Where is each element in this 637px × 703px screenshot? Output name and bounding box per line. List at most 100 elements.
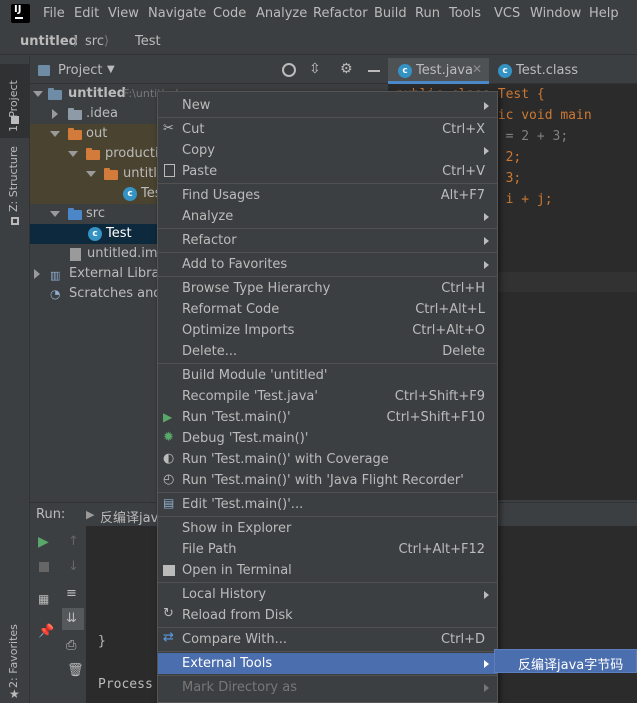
menu-item-reload[interactable]: ↻ Reload from Disk — [158, 605, 497, 626]
menu-refactor[interactable]: Refactor — [313, 6, 368, 21]
menu-view[interactable]: View — [108, 6, 139, 21]
close-icon[interactable]: ✕ — [472, 62, 482, 76]
menu-code[interactable]: Code — [213, 6, 246, 21]
menu-item-find-usages[interactable]: Find Usages Alt+F7 — [158, 185, 497, 206]
clipboard-icon — [164, 164, 175, 177]
hide-icon[interactable] — [368, 70, 380, 72]
collapse-all-icon[interactable]: ⇳ — [309, 61, 321, 77]
menu-item-run-coverage[interactable]: ◐ Run 'Test.main()' with Coverage — [158, 449, 497, 470]
menu-item-reformat[interactable]: Reformat Code Ctrl+Alt+L — [158, 299, 497, 320]
menu-item-label: Run 'Test.main()' with 'Java Flight Reco… — [182, 473, 464, 488]
menu-item-analyze[interactable]: Analyze — [158, 206, 497, 227]
trash-icon[interactable]: 🗑 — [67, 663, 84, 678]
reload-icon: ↻ — [163, 606, 174, 621]
menu-edit[interactable]: Edit — [74, 6, 99, 21]
menu-item-refactor[interactable]: Refactor — [158, 230, 497, 251]
menu-item-label: Mark Directory as — [182, 680, 297, 695]
menu-item-shortcut: Ctrl+V — [442, 164, 485, 179]
project-panel-title[interactable]: Project — [58, 63, 102, 78]
chevron-down-icon[interactable]: ▼ — [107, 64, 115, 75]
menu-item-open-terminal[interactable]: Open in Terminal — [158, 560, 497, 581]
menu-item-build-module[interactable]: Build Module 'untitled' — [158, 365, 497, 386]
expand-arrow-icon[interactable] — [50, 211, 60, 217]
menu-item-run-main[interactable]: ▶ Run 'Test.main()' Ctrl+Shift+F10 — [158, 407, 497, 428]
menu-vcs[interactable]: VCS — [494, 6, 520, 21]
structure-tab-label[interactable]: Z: Structure — [7, 146, 20, 212]
menu-item-shortcut: Ctrl+Shift+F9 — [394, 389, 485, 404]
soft-wrap-icon[interactable]: ≡ — [66, 586, 77, 601]
menu-item-label: New — [182, 98, 211, 113]
menu-run[interactable]: Run — [415, 6, 440, 21]
menu-item-delete[interactable]: Delete... Delete — [158, 341, 497, 362]
menu-item-external-tools[interactable]: External Tools — [158, 653, 497, 674]
expand-arrow-icon[interactable] — [33, 91, 43, 97]
menu-item-label: Build Module 'untitled' — [182, 368, 328, 383]
project-tab-label[interactable]: 1: Project — [7, 80, 20, 132]
menu-window[interactable]: Window — [530, 6, 581, 21]
menu-item-local-history[interactable]: Local History — [158, 584, 497, 605]
expand-arrow-icon[interactable] — [34, 269, 40, 279]
external-tools-submenu: 反编译java字节码 — [494, 649, 637, 673]
breadcrumb-project[interactable]: untitled — [20, 34, 78, 49]
breadcrumb-separator-icon: ⟩ — [73, 34, 79, 49]
menu-item-run-jfr[interactable]: ◴ Run 'Test.main()' with 'Java Flight Re… — [158, 470, 497, 491]
intellij-logo-icon: IJ — [11, 4, 30, 23]
tree-label-test: Test — [106, 226, 132, 241]
excluded-folder-icon — [86, 148, 100, 160]
expand-arrow-icon[interactable] — [52, 109, 58, 119]
menu-bar: IJ File Edit View Navigate Code Analyze … — [0, 0, 637, 28]
pin-icon[interactable]: 📌 — [38, 624, 54, 639]
tab-test-java[interactable]: c Test.java ✕ — [388, 58, 489, 84]
favorites-tab-label[interactable]: 2: Favorites — [7, 624, 20, 688]
menu-item-label: Edit 'Test.main()'... — [182, 497, 304, 512]
menu-item-file-path[interactable]: File Path Ctrl+Alt+F12 — [158, 539, 497, 560]
menu-item-label: Delete... — [182, 344, 238, 359]
menu-analyze[interactable]: Analyze — [256, 6, 307, 21]
expand-arrow-icon[interactable] — [86, 171, 96, 177]
breadcrumb-file[interactable]: Test — [135, 34, 161, 49]
menu-item-recompile[interactable]: Recompile 'Test.java' Ctrl+Shift+F9 — [158, 386, 497, 407]
menu-item-optimize[interactable]: Optimize Imports Ctrl+Alt+O — [158, 320, 497, 341]
menu-item-add-favorites[interactable]: Add to Favorites — [158, 254, 497, 275]
menu-item-label: Reformat Code — [182, 302, 280, 317]
menu-item-paste[interactable]: Paste Ctrl+V — [158, 161, 497, 182]
locate-icon[interactable] — [282, 63, 296, 77]
menu-build[interactable]: Build — [374, 6, 407, 21]
menu-item-cut[interactable]: ✂ Cut Ctrl+X — [158, 119, 497, 140]
menu-item-browse-hierarchy[interactable]: Browse Type Hierarchy Ctrl+H — [158, 278, 497, 299]
menu-help[interactable]: Help — [589, 6, 619, 21]
menu-item-compare[interactable]: ⇄ Compare With... Ctrl+D — [158, 629, 497, 650]
expand-arrow-icon[interactable] — [50, 131, 60, 137]
rerun-icon[interactable]: ▶ — [38, 534, 49, 550]
submenu-item-decompile[interactable]: 反编译java字节码 — [495, 650, 636, 673]
print-icon[interactable]: ⎙ — [66, 638, 76, 653]
menu-navigate[interactable]: Navigate — [148, 6, 206, 21]
run-config-icon: ▶ — [86, 508, 95, 521]
menu-separator — [158, 117, 497, 118]
profiler-icon: ◴ — [163, 472, 175, 487]
stop-icon[interactable] — [39, 562, 49, 572]
arrow-down-icon[interactable]: ↓ — [68, 559, 79, 574]
menu-item-copy[interactable]: Copy — [158, 140, 497, 161]
menu-item-label: Reload from Disk — [182, 608, 293, 623]
layout-icon[interactable]: ▦ — [38, 592, 49, 606]
project-tab-icon — [11, 116, 19, 124]
menu-item-edit-main[interactable]: ▤ Edit 'Test.main()'... — [158, 494, 497, 515]
excluded-folder-icon — [104, 168, 118, 180]
menu-tools[interactable]: Tools — [449, 6, 481, 21]
arrow-up-icon[interactable]: ↑ — [68, 534, 79, 549]
expand-arrow-icon[interactable] — [68, 151, 78, 157]
menu-item-mark-directory[interactable]: Mark Directory as — [158, 677, 497, 698]
gear-icon[interactable]: ⚙ — [340, 61, 353, 77]
tab-label: Test.java — [416, 63, 473, 78]
menu-item-shortcut: Ctrl+H — [441, 281, 485, 296]
class-icon: c — [123, 187, 137, 201]
menu-item-label: Copy — [182, 143, 215, 158]
menu-item-debug-main[interactable]: ✹ Debug 'Test.main()' — [158, 428, 497, 449]
menu-item-show-explorer[interactable]: Show in Explorer — [158, 518, 497, 539]
breadcrumb-folder[interactable]: src — [85, 34, 104, 49]
tab-test-class[interactable]: c Test.class — [489, 58, 599, 84]
menu-file[interactable]: File — [43, 6, 65, 21]
menu-item-new[interactable]: New — [158, 95, 497, 116]
submenu-arrow-icon — [484, 147, 489, 155]
